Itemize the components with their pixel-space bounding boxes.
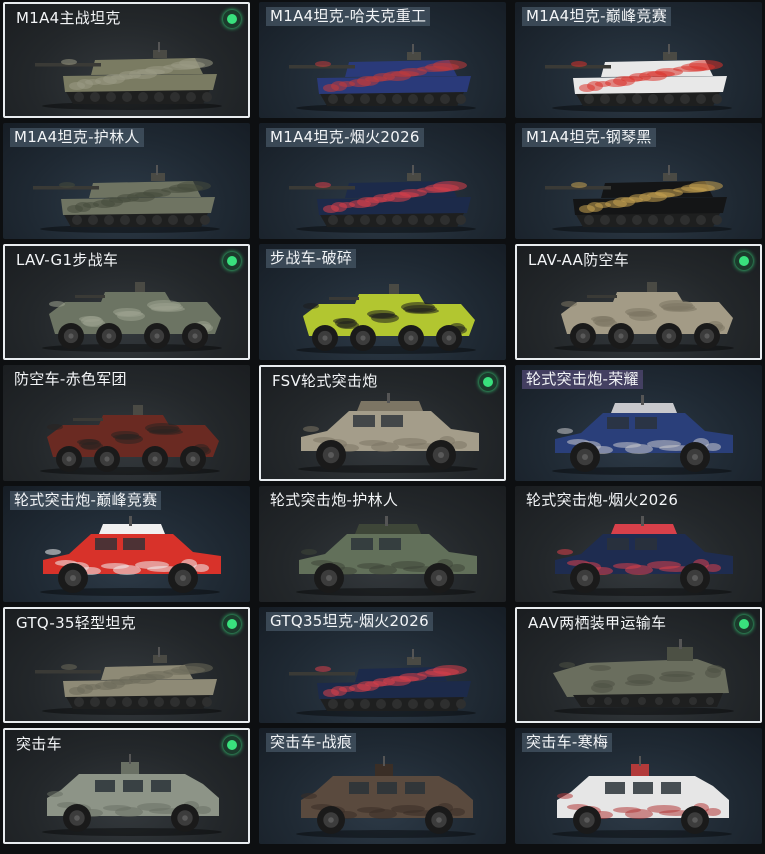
- vehicle-name: GTQ35坦克-烟火2026: [266, 612, 433, 631]
- vehicle-name: LAV-G1步战车: [16, 251, 119, 269]
- vehicle-name: 轮式突击炮-巅峰竞赛: [10, 491, 162, 510]
- vehicle-card[interactable]: M1A4坦克-巅峰竞赛: [515, 2, 762, 118]
- vehicle-card[interactable]: LAV-AA防空车: [515, 244, 762, 360]
- vehicle-image: [547, 633, 742, 715]
- vehicle-name: 轮式突击炮-护林人: [270, 491, 399, 509]
- vehicle-image: [33, 151, 228, 233]
- owned-indicator-icon: [223, 736, 241, 754]
- mrap-icon: [40, 516, 221, 596]
- ifv-icon: [554, 282, 734, 352]
- tank-icon: [35, 42, 222, 110]
- tank-icon: [33, 165, 220, 233]
- vehicle-image: [289, 272, 484, 354]
- vehicle-name: AAV两栖装甲运输车: [528, 614, 667, 632]
- vehicle-card[interactable]: 轮式突击炮-荣耀: [515, 365, 762, 481]
- tank-icon: [289, 165, 476, 233]
- vehicle-name: 突击车-战痕: [266, 733, 357, 752]
- light-tank-icon: [35, 647, 222, 715]
- amphibious-icon: [553, 639, 734, 715]
- vehicle-image: [35, 754, 230, 836]
- vehicle-card[interactable]: 突击车-寒梅: [515, 728, 762, 844]
- vehicle-name: 防空车-赤色军团: [14, 370, 127, 388]
- vehicle-card[interactable]: 轮式突击炮-巅峰竞赛: [3, 486, 250, 602]
- vehicle-image: [289, 151, 484, 233]
- vehicle-image: [289, 635, 484, 717]
- vehicle-name: LAV-AA防空车: [528, 251, 630, 269]
- vehicle-image: [289, 514, 484, 596]
- vehicle-name: M1A4坦克-巅峰竞赛: [522, 7, 672, 26]
- ifv-icon: [296, 284, 476, 354]
- vehicle-skin-grid: M1A4主战坦克 M1A4坦克-哈夫克重工 M1A4坦克-巅峰竞赛 M1A4坦克-护林…: [0, 0, 765, 854]
- vehicle-name: 轮式突击炮-荣耀: [522, 370, 643, 389]
- vehicle-name: M1A4主战坦克: [16, 9, 121, 27]
- vehicle-card[interactable]: 轮式突击炮-烟火2026: [515, 486, 762, 602]
- tank-icon: [545, 44, 732, 112]
- vehicle-name: M1A4坦克-钢琴黑: [522, 128, 656, 147]
- vehicle-image: [545, 756, 740, 838]
- ifv-icon: [42, 282, 222, 352]
- vehicle-card[interactable]: FSV轮式突击炮: [259, 365, 506, 481]
- vehicle-card[interactable]: 步战车-破碎: [259, 244, 506, 360]
- vehicle-image: [545, 151, 740, 233]
- vehicle-card[interactable]: 防空车-赤色军团: [3, 365, 250, 481]
- vehicle-card[interactable]: M1A4主战坦克: [3, 2, 250, 118]
- tank-icon: [545, 165, 732, 233]
- vehicle-card[interactable]: GTQ-35轻型坦克: [3, 607, 250, 723]
- vehicle-name: 突击车-寒梅: [522, 733, 613, 752]
- tank-icon: [289, 44, 476, 112]
- vehicle-image: [33, 393, 228, 475]
- vehicle-image: [545, 393, 740, 475]
- vehicle-image: [545, 30, 740, 112]
- vehicle-card[interactable]: AAV两栖装甲运输车: [515, 607, 762, 723]
- vehicle-image: [545, 514, 740, 596]
- vehicle-image: [35, 28, 230, 110]
- vehicle-card[interactable]: 突击车: [3, 728, 250, 844]
- light-tank-icon: [289, 649, 476, 717]
- ifv-icon: [40, 405, 220, 475]
- vehicle-name: M1A4坦克-烟火2026: [266, 128, 424, 147]
- vehicle-card[interactable]: 突击车-战痕: [259, 728, 506, 844]
- vehicle-card[interactable]: M1A4坦克-钢琴黑: [515, 123, 762, 239]
- vehicle-card[interactable]: LAV-G1步战车: [3, 244, 250, 360]
- vehicle-image: [35, 633, 230, 715]
- owned-indicator-icon: [223, 10, 241, 28]
- owned-indicator-icon: [223, 615, 241, 633]
- vehicle-name: GTQ-35轻型坦克: [16, 614, 136, 632]
- assault-icon: [42, 754, 222, 836]
- assault-icon: [296, 756, 476, 838]
- vehicle-card[interactable]: M1A4坦克-护林人: [3, 123, 250, 239]
- vehicle-card[interactable]: M1A4坦克-哈夫克重工: [259, 2, 506, 118]
- owned-indicator-icon: [735, 252, 753, 270]
- owned-indicator-icon: [735, 615, 753, 633]
- mrap-icon: [552, 516, 733, 596]
- vehicle-name: 突击车: [16, 735, 62, 753]
- vehicle-card[interactable]: 轮式突击炮-护林人: [259, 486, 506, 602]
- vehicle-name: M1A4坦克-护林人: [10, 128, 144, 147]
- owned-indicator-icon: [479, 373, 497, 391]
- assault-icon: [552, 756, 732, 838]
- vehicle-image: [35, 270, 230, 352]
- vehicle-image: [289, 756, 484, 838]
- mrap-icon: [552, 395, 733, 475]
- vehicle-name: 步战车-破碎: [266, 249, 357, 268]
- vehicle-image: [33, 514, 228, 596]
- vehicle-card[interactable]: GTQ35坦克-烟火2026: [259, 607, 506, 723]
- owned-indicator-icon: [223, 252, 241, 270]
- mrap-icon: [298, 393, 479, 473]
- vehicle-name: 轮式突击炮-烟火2026: [526, 491, 679, 509]
- vehicle-name: M1A4坦克-哈夫克重工: [266, 7, 431, 26]
- mrap-icon: [296, 516, 477, 596]
- vehicle-name: FSV轮式突击炮: [272, 372, 378, 390]
- vehicle-image: [291, 391, 486, 473]
- vehicle-image: [547, 270, 742, 352]
- vehicle-card[interactable]: M1A4坦克-烟火2026: [259, 123, 506, 239]
- vehicle-image: [289, 30, 484, 112]
